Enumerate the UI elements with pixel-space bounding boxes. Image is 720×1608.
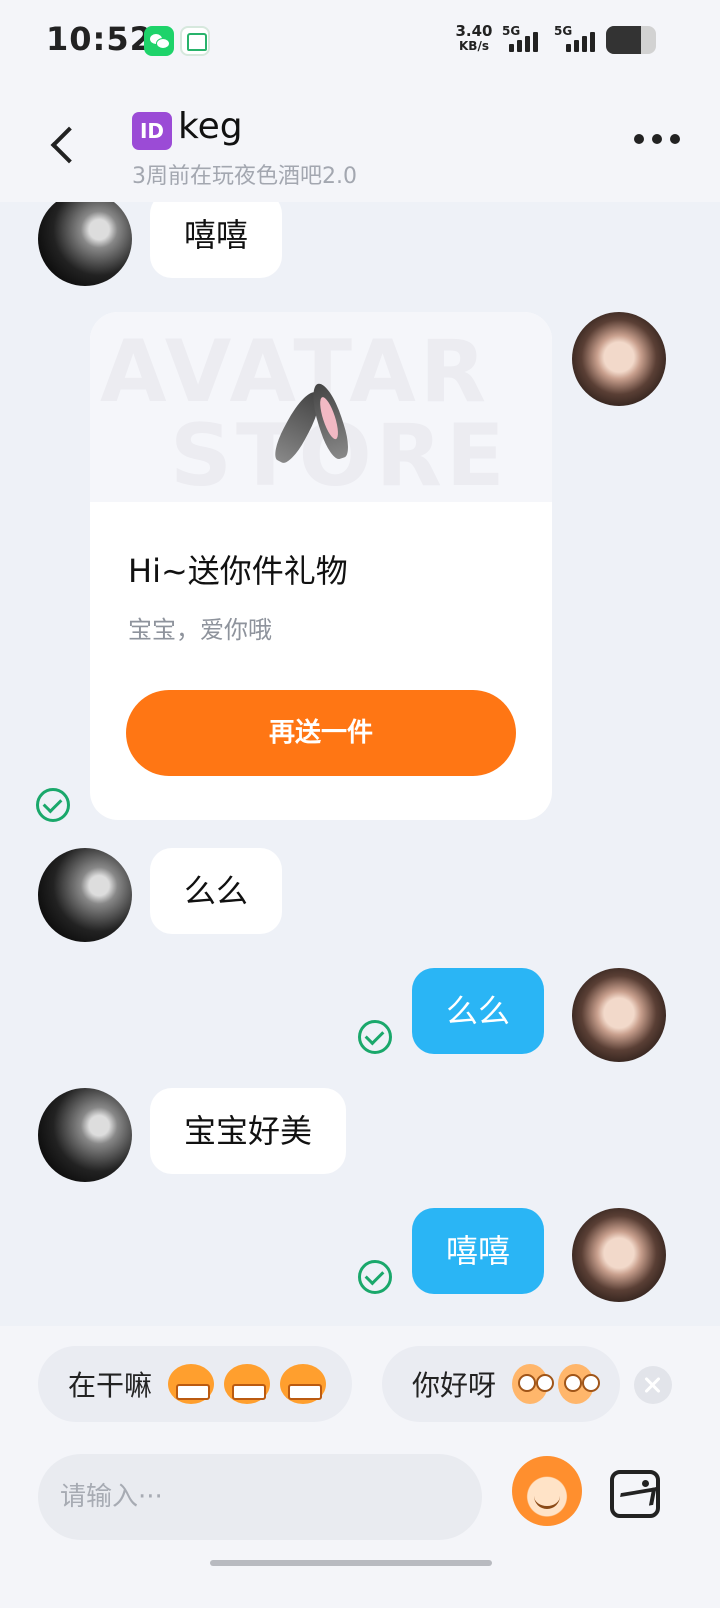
gift-card[interactable]: AVATAR STORE Hi~送你件礼物 宝宝，爱你哦 再送一件 [90, 312, 552, 820]
status-bar: 10:52 3.40 KB/s 5G 5G [0, 0, 720, 86]
image-picker-icon[interactable] [610, 1470, 660, 1518]
status-time: 10:52 [46, 20, 153, 58]
surprised-monkey-emoji [558, 1364, 600, 1404]
sent-check-icon [358, 1260, 392, 1294]
home-indicator[interactable] [210, 1560, 492, 1566]
quick-reply-chip[interactable]: 你好呀 [382, 1346, 620, 1422]
input-bar [0, 1440, 720, 1608]
send-another-gift-button[interactable]: 再送一件 [126, 690, 516, 776]
battery-level [606, 26, 641, 54]
battery-icon [606, 26, 656, 54]
sent-check-icon [358, 1020, 392, 1054]
incoming-message[interactable]: 嘻嘻 [150, 202, 283, 278]
my-avatar[interactable] [572, 312, 666, 406]
wechat-icon [144, 26, 174, 56]
contact-status: 3周前在玩夜色酒吧2.0 [132, 164, 357, 189]
id-badge-icon: ID [132, 112, 172, 150]
signal-icon-2 [566, 30, 595, 52]
contact-avatar[interactable] [38, 202, 132, 286]
grinning-monkey-emoji [168, 1364, 215, 1404]
my-avatar[interactable] [572, 968, 666, 1062]
net-speed-unit: KB/s [459, 39, 489, 53]
grinning-monkey-emoji [224, 1364, 271, 1404]
net-speed-value: 3.40 [455, 22, 493, 40]
sticker-button[interactable] [512, 1456, 582, 1526]
contact-avatar[interactable] [38, 1088, 132, 1182]
incoming-message[interactable]: 宝宝好美 [150, 1088, 347, 1174]
gift-title: Hi~送你件礼物 [128, 552, 348, 590]
signal-icon-1 [502, 30, 538, 52]
incoming-message[interactable]: 么么 [150, 848, 283, 934]
outgoing-message[interactable]: 嘻嘻 [412, 1208, 545, 1294]
close-quick-replies-icon[interactable] [634, 1366, 672, 1404]
chat-messages[interactable]: 嘻嘻 AVATAR STORE Hi~送你件礼物 宝宝，爱你哦 再送一件 么么 … [0, 202, 720, 1326]
more-options-button[interactable] [634, 134, 680, 144]
quick-replies: 在干嘛 你好呀 [0, 1326, 720, 1440]
contact-name[interactable]: keg [178, 106, 243, 147]
home-app-icon [180, 26, 210, 56]
sent-check-icon [36, 788, 70, 822]
quick-reply-chip[interactable]: 在干嘛 [38, 1346, 353, 1422]
chat-header: ID keg 3周前在玩夜色酒吧2.0 [0, 86, 720, 202]
grinning-monkey-emoji [280, 1364, 327, 1404]
back-button[interactable] [42, 124, 86, 168]
message-input[interactable] [38, 1454, 482, 1540]
surprised-monkey-emoji [512, 1364, 554, 1404]
outgoing-message[interactable]: 么么 [412, 968, 545, 1054]
rabbit-ears-icon [269, 380, 362, 468]
contact-avatar[interactable] [38, 848, 132, 942]
net-speed: 3.40 KB/s [454, 24, 494, 54]
gift-message: 宝宝，爱你哦 [128, 616, 272, 644]
quick-reply-text: 在干嘛 [68, 1369, 153, 1402]
quick-reply-text: 你好呀 [412, 1369, 497, 1402]
gift-banner: AVATAR STORE [90, 312, 552, 506]
my-avatar[interactable] [572, 1208, 666, 1302]
